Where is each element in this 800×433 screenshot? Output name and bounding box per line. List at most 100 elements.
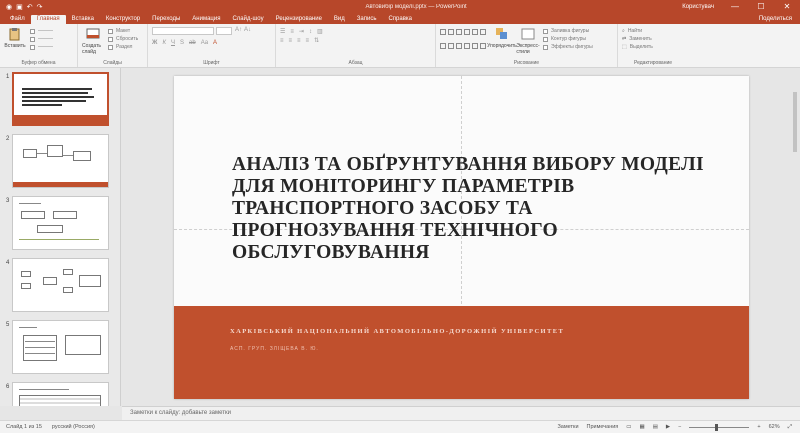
- zoom-level[interactable]: 62%: [769, 424, 780, 430]
- tab-help[interactable]: Справка: [382, 15, 418, 24]
- paste-button[interactable]: Вставить: [4, 27, 26, 49]
- shape-fill-button[interactable]: Заливка фигуры: [543, 27, 593, 35]
- editing-group: ⌕ Найти ⇄ Заменить ⬚ Выделить Редактировани…: [618, 24, 688, 67]
- reset-button[interactable]: Сбросить: [107, 35, 138, 43]
- bullets-icon[interactable]: ☰: [280, 28, 285, 35]
- align-right-icon[interactable]: ≡: [297, 38, 301, 44]
- shape-effects-button[interactable]: Эффекты фигуры: [543, 43, 593, 51]
- undo-icon[interactable]: ↶: [27, 3, 33, 11]
- slide-counter: Слайд 1 из 15: [6, 424, 42, 430]
- shape-effects-label: Эффекты фигуры: [551, 44, 593, 50]
- tab-design[interactable]: Конструктор: [100, 15, 146, 24]
- vertical-scrollbar[interactable]: [793, 72, 798, 392]
- slides-group: Создать слайд Макет Сбросить Раздел Слай…: [78, 24, 148, 67]
- thumbnail-number: 1: [6, 74, 10, 80]
- close-button[interactable]: ✕: [774, 2, 800, 11]
- slide-thumbnail[interactable]: 5: [0, 320, 120, 380]
- tab-home[interactable]: Главная: [30, 15, 66, 24]
- zoom-out-icon[interactable]: −: [678, 424, 681, 430]
- strikethrough-button[interactable]: ab: [189, 40, 196, 46]
- grow-font-icon[interactable]: A↑: [235, 27, 242, 38]
- editing-group-label: Редактирование: [633, 60, 673, 66]
- arrange-button[interactable]: Упорядочить: [487, 27, 517, 55]
- tab-review[interactable]: Рецензирование: [270, 15, 328, 24]
- layout-button[interactable]: Макет: [107, 27, 138, 35]
- paste-label: Вставить: [4, 43, 26, 49]
- underline-button[interactable]: Ч: [171, 40, 175, 46]
- cut-button[interactable]: ———: [29, 27, 53, 35]
- fit-slide-icon[interactable]: ⤢: [788, 424, 792, 431]
- tab-transitions[interactable]: Переходы: [146, 15, 186, 24]
- replace-button[interactable]: ⇄ Заменить: [622, 35, 684, 43]
- font-size-input[interactable]: [216, 27, 232, 35]
- notes-button[interactable]: Заметки: [557, 424, 578, 430]
- italic-button[interactable]: К: [162, 40, 166, 46]
- slide-author[interactable]: АСП. ГРУП. ЗЛІЩЕВА В. Ю.: [230, 346, 319, 352]
- text-direction-icon[interactable]: ⇅: [314, 37, 319, 44]
- shape-outline-label: Контур фигуры: [551, 36, 586, 42]
- layout-label: Макет: [115, 28, 131, 34]
- copy-button[interactable]: ———: [29, 35, 53, 43]
- bold-button[interactable]: Ж: [152, 40, 157, 46]
- tab-view[interactable]: Вид: [328, 15, 351, 24]
- notes-pane[interactable]: Заметки к слайду: добавьте заметки: [122, 406, 800, 420]
- maximize-button[interactable]: ☐: [748, 2, 774, 11]
- language-indicator[interactable]: русский (Россия): [52, 424, 95, 430]
- reset-icon: [107, 36, 113, 42]
- autosave-icon[interactable]: ◉: [6, 3, 12, 11]
- paragraph-group: ☰ ≡ ⇥ ↕ ▥ ≡ ≡ ≡ ≡ ⇅ Абзац: [276, 24, 436, 67]
- align-left-icon[interactable]: ≡: [280, 38, 284, 44]
- current-slide[interactable]: АНАЛІЗ ТА ОБҐРУНТУВАННЯ ВИБОРУ МОДЕЛІ ДЛ…: [174, 76, 749, 399]
- select-icon: ⬚: [622, 44, 627, 50]
- arrange-icon: [496, 28, 507, 39]
- slide-thumbnail[interactable]: 1: [0, 72, 120, 132]
- slide-thumbnail[interactable]: 3: [0, 196, 120, 256]
- reading-view-icon[interactable]: ▤: [653, 424, 658, 430]
- indent-icon[interactable]: ⇥: [299, 28, 304, 35]
- select-button[interactable]: ⬚ Выделить: [622, 43, 684, 51]
- zoom-in-icon[interactable]: +: [757, 424, 760, 430]
- quick-styles-button[interactable]: Экспресс-стили: [516, 27, 540, 55]
- find-button[interactable]: ⌕ Найти: [622, 27, 684, 35]
- align-center-icon[interactable]: ≡: [289, 38, 293, 44]
- slide-canvas[interactable]: АНАЛІЗ ТА ОБҐРУНТУВАННЯ ВИБОРУ МОДЕЛІ ДЛ…: [122, 68, 800, 406]
- share-button[interactable]: Поделиться: [759, 16, 792, 24]
- slide-thumbnail[interactable]: 2: [0, 134, 120, 194]
- change-case-button[interactable]: Aa: [201, 40, 208, 46]
- justify-icon[interactable]: ≡: [306, 38, 310, 44]
- slideshow-icon[interactable]: ▶: [666, 424, 670, 430]
- tab-slideshow[interactable]: Слайд-шоу: [226, 15, 269, 24]
- slide-thumbnail[interactable]: 6: [0, 382, 120, 406]
- paragraph-group-label: Абзац: [348, 60, 363, 66]
- comments-button[interactable]: Примечания: [587, 424, 619, 430]
- slide-subtitle[interactable]: ХАРКІВСЬКИЙ НАЦІОНАЛЬНИЙ АВТОМОБІЛЬНО-ДО…: [230, 328, 564, 335]
- shape-outline-button[interactable]: Контур фигуры: [543, 35, 593, 43]
- normal-view-icon[interactable]: ▭: [626, 424, 631, 430]
- minimize-button[interactable]: —: [722, 2, 748, 11]
- columns-icon[interactable]: ▥: [317, 28, 323, 35]
- numbering-icon[interactable]: ≡: [290, 29, 294, 35]
- shrink-font-icon[interactable]: A↓: [244, 27, 251, 38]
- shadow-button[interactable]: S: [180, 40, 184, 46]
- new-slide-button[interactable]: Создать слайд: [82, 27, 104, 55]
- zoom-slider[interactable]: [689, 423, 750, 431]
- section-button[interactable]: Раздел: [107, 43, 138, 51]
- font-name-input[interactable]: [152, 27, 214, 35]
- tab-file[interactable]: Файл: [4, 15, 31, 24]
- tab-animations[interactable]: Анимация: [186, 15, 226, 24]
- thumbnail-number: 6: [6, 384, 10, 390]
- slide-sorter-icon[interactable]: ▦: [640, 424, 645, 430]
- slide-title[interactable]: АНАЛІЗ ТА ОБҐРУНТУВАННЯ ВИБОРУ МОДЕЛІ ДЛ…: [232, 154, 712, 264]
- slide-thumbnail[interactable]: 4: [0, 258, 120, 318]
- new-slide-icon: [86, 28, 100, 39]
- format-painter-button[interactable]: ———: [29, 43, 53, 51]
- shapes-gallery[interactable]: [440, 29, 487, 55]
- tab-record[interactable]: Запись: [351, 15, 383, 24]
- zoom-knob[interactable]: [715, 423, 719, 431]
- user-name[interactable]: Користувач: [682, 4, 714, 10]
- redo-icon[interactable]: ↷: [37, 3, 43, 11]
- font-color-button[interactable]: A: [213, 40, 217, 46]
- save-icon[interactable]: ▣: [16, 3, 23, 11]
- line-spacing-icon[interactable]: ↕: [309, 29, 312, 35]
- tab-insert[interactable]: Вставка: [66, 15, 100, 24]
